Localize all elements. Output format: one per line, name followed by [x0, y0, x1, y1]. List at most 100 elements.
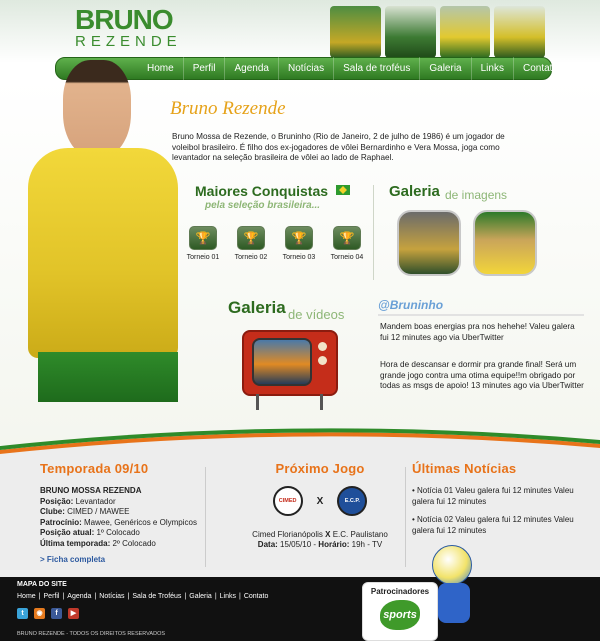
temporada-panel: Temporada 09/10 BRUNO MOSSA REZENDA Posi… — [40, 461, 200, 564]
site-map-title: MAPA DO SITE — [17, 581, 67, 588]
galeria-videos-title: Galeria — [228, 298, 286, 317]
footer-link-links[interactable]: Links — [220, 593, 239, 600]
nav-sala-de-trofeus[interactable]: Sala de troféus — [334, 57, 421, 80]
mascot-ball — [432, 545, 472, 585]
twitter-handle[interactable]: @Bruninho — [378, 298, 443, 312]
footer-link-home[interactable]: Home — [17, 593, 39, 600]
sponsor-box[interactable]: Patrocinadores sports — [362, 582, 438, 641]
stat-label: Última temporada: — [40, 538, 111, 548]
trophy-label: Torneio 01 — [186, 254, 220, 261]
news-list: • Notícia 01 Valeu galera fui 12 minutes… — [412, 486, 592, 536]
footer-link-perfil[interactable]: Perfil — [44, 593, 63, 600]
stat-value: 2º Colocado — [112, 538, 156, 548]
away-team: E.C. Paulistano — [332, 530, 388, 539]
gallery-thumbnail[interactable] — [473, 210, 537, 276]
match-info: Cimed Florianópolis X E.C. Paulistano Da… — [240, 530, 400, 550]
tv-knob — [318, 342, 327, 351]
match-datetime: Data: 15/05/10 - Horário: 19h - TV — [257, 540, 383, 549]
stat-label: Patrocínio: — [40, 517, 82, 527]
temporada-stats: BRUNO MOSSA REZENDA Posição: Levantador … — [40, 486, 200, 549]
rss-icon[interactable]: ◉ — [34, 608, 45, 619]
ficha-completa-link[interactable]: > Ficha completa — [40, 555, 200, 564]
nav-galeria[interactable]: Galeria — [420, 57, 472, 80]
footer-link-sala-de-trofeus[interactable]: Sala de Troféus — [132, 593, 184, 600]
bio-text: Bruno Mossa de Rezende, o Bruninho (Rio … — [172, 132, 505, 162]
news-item[interactable]: • Notícia 01 Valeu galera fui 12 minutes… — [412, 486, 592, 507]
tv-screen — [252, 338, 312, 386]
stat-value: 1º Colocado — [96, 528, 140, 537]
decorative-swoosh — [0, 428, 600, 458]
tweet: Mandem boas energias pra nos hehehe! Val… — [380, 322, 575, 342]
tv-leg — [320, 394, 323, 410]
paulistano-logo-icon: E.C.P. — [337, 486, 368, 516]
stat-value: Mawee, Genéricos e Olympicos — [84, 517, 197, 527]
nav-contato[interactable]: Contato — [514, 57, 567, 80]
stat-row: Posição atual: 1º Colocado — [40, 528, 200, 539]
gallery-thumbnail[interactable] — [397, 210, 461, 276]
facebook-icon[interactable]: f — [51, 608, 62, 619]
stat-row: Patrocínio: Mawee, Genéricos e Olympicos — [40, 518, 200, 529]
twitter-icon[interactable]: t — [17, 608, 28, 619]
galeria-imagens-title: Galeria — [389, 183, 440, 200]
tweet: Hora de descansar e dormir pra grande fi… — [380, 360, 584, 390]
trophy-list: 🏆 Torneio 01 🏆 Torneio 02 🏆 Torneio 03 🏆… — [185, 226, 365, 261]
temporada-title: Temporada 09/10 — [40, 461, 149, 476]
player-photo — [28, 60, 178, 440]
volleyball-mascot-icon — [430, 545, 480, 635]
stat-value: Levantador — [75, 496, 116, 506]
trophy-icon: 🏆 — [189, 226, 217, 250]
nav-perfil[interactable]: Perfil — [184, 57, 226, 80]
stat-row: Posição: Levantador — [40, 497, 200, 508]
player-name: BRUNO MOSSA REZENDA — [40, 486, 142, 495]
trophy-icon: 🏆 — [333, 226, 361, 250]
column-divider — [405, 467, 406, 567]
stat-label: Posição atual: — [40, 528, 95, 537]
stat-row: Clube: CIMED / MAWEE — [40, 507, 200, 518]
footer-link-agenda[interactable]: Agenda — [67, 593, 94, 600]
trophy-item[interactable]: 🏆 Torneio 03 — [281, 226, 317, 261]
footer-links: Home | Perfil | Agenda | Notícias | Sala de … — [17, 593, 271, 600]
nav-agenda[interactable]: Agenda — [225, 57, 279, 80]
sponsor-title: Patrocinadores — [370, 587, 430, 596]
header-photo — [494, 6, 545, 58]
tv-video-icon[interactable] — [242, 330, 338, 410]
news-item[interactable]: • Notícia 02 Valeu galera fui 12 minutes… — [412, 515, 592, 536]
player-shorts — [38, 352, 178, 402]
match-teams-text: Cimed Florianópolis X E.C. Paulistano — [240, 530, 400, 540]
trophy-item[interactable]: 🏆 Torneio 04 — [329, 226, 365, 261]
trophy-item[interactable]: 🏆 Torneio 02 — [233, 226, 269, 261]
tv-knobs — [318, 342, 330, 382]
social-icons: t ◉ f ▶ — [17, 608, 79, 619]
footer-link-galeria[interactable]: Galeria — [189, 593, 215, 600]
match-time: 19h - TV — [351, 540, 383, 549]
proximo-jogo-title: Próximo Jogo — [275, 461, 365, 476]
section-divider — [373, 185, 374, 280]
site-logo[interactable]: BRUNO REZENDE — [75, 4, 177, 50]
youtube-icon[interactable]: ▶ — [68, 608, 79, 619]
bio-title: Bruno Rezende — [170, 98, 286, 119]
tv-leg — [256, 394, 259, 410]
twitter-divider — [378, 314, 584, 316]
trophy-icon: 🏆 — [285, 226, 313, 250]
nav-links[interactable]: Links — [472, 57, 514, 80]
header-photo-strip — [330, 6, 545, 58]
conquistas-subtitle: pela seleção brasileira... — [205, 200, 321, 211]
footer: MAPA DO SITE Home | Perfil | Agenda | Notíc… — [0, 577, 600, 641]
nav-noticias[interactable]: Notícias — [279, 57, 335, 80]
logo-line1: BRUNO — [75, 4, 174, 35]
versus-label: X — [316, 495, 324, 507]
trophy-item[interactable]: 🏆 Torneio 01 — [185, 226, 221, 261]
galeria-videos-subtitle: de vídeos — [288, 307, 345, 322]
trophy-icon: 🏆 — [237, 226, 265, 250]
copyright-text: BRUNO REZENDE - TODOS OS DIREITOS RESERV… — [17, 631, 166, 637]
brazil-flag-icon — [336, 185, 350, 195]
footer-link-noticias[interactable]: Notícias — [99, 593, 127, 600]
proximo-jogo-panel: Próximo Jogo CIMED X E.C.P. Cimed Floria… — [240, 461, 400, 550]
stat-label: Posição: — [40, 496, 74, 506]
sponsor-logo: sports — [380, 600, 420, 630]
header-photo — [330, 6, 381, 58]
conquistas-title: Maiores Conquistas — [195, 183, 329, 199]
trophy-label: Torneio 03 — [282, 254, 316, 261]
match-teams: CIMED X E.C.P. — [240, 486, 400, 516]
footer-link-contato[interactable]: Contato — [244, 593, 272, 600]
